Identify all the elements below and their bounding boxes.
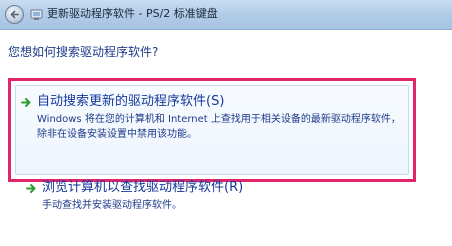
browse-computer-description: 手动查找并安装驱动程序软件。 [42, 200, 182, 211]
back-arrow-icon [10, 10, 19, 19]
page-question: 您想如何搜索驱动程序软件? [8, 45, 159, 59]
title-bar: 更新驱动程序软件 - PS/2 标准键盘 [0, 0, 452, 30]
auto-search-description: Windows 将在您的计算机和 Internet 上查找用于相关设备的最新驱动… [37, 114, 401, 140]
browse-computer-title[interactable]: 浏览计算机以查找驱动程序软件(R) [42, 179, 243, 196]
auto-search-title[interactable]: 自动搜索更新的驱动程序软件(S) [37, 93, 224, 110]
auto-search-option[interactable]: 自动搜索更新的驱动程序软件(S) Windows 将在您的计算机和 Intern… [8, 78, 416, 182]
device-manager-icon [30, 9, 43, 20]
browse-computer-option[interactable]: 浏览计算机以查找驱动程序软件(R) 手动查找并安装驱动程序软件。 [16, 176, 416, 218]
window-title: 更新驱动程序软件 - PS/2 标准键盘 [47, 7, 218, 20]
green-arrow-icon [21, 98, 31, 107]
green-arrow-icon [26, 184, 36, 193]
back-button[interactable] [5, 5, 24, 24]
